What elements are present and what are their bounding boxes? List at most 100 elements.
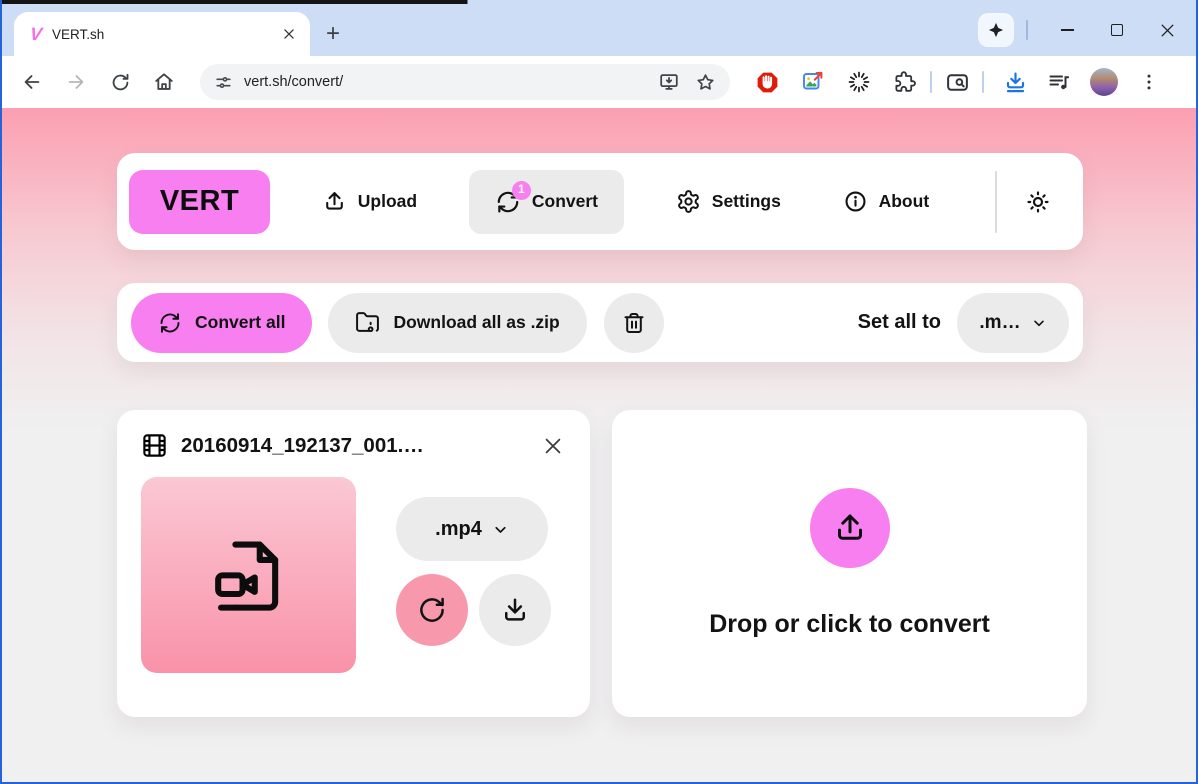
home-icon: [153, 71, 175, 93]
tab-title: VERT.sh: [52, 27, 278, 42]
dropzone-upload-circle[interactable]: [810, 488, 890, 568]
puzzle-icon: [893, 70, 917, 94]
browser-tab[interactable]: V VERT.sh: [14, 12, 310, 56]
toolbar-right-cluster: [1002, 68, 1162, 96]
profile-avatar[interactable]: [1090, 68, 1118, 96]
vert-logo-text: VERT: [160, 185, 239, 218]
media-queue-button[interactable]: [1046, 69, 1072, 95]
bookmark-star-button[interactable]: [692, 69, 718, 95]
download-icon: [500, 595, 530, 625]
minimize-icon: [1061, 29, 1074, 31]
close-icon: [282, 27, 296, 41]
site-navbar: VERT Upload 1 Convert Settings: [117, 153, 1083, 250]
tabstrip-right-cluster: [978, 4, 1192, 56]
batch-actions-bar: Convert all Download all as .zip Set all…: [117, 283, 1083, 362]
nav-item-upload[interactable]: Upload: [312, 170, 427, 234]
tab-strip: V VERT.sh +: [2, 4, 1196, 56]
dropzone[interactable]: Drop or click to convert: [612, 410, 1087, 717]
side-search-icon: [945, 70, 970, 95]
close-icon: [1159, 22, 1176, 39]
reload-button[interactable]: [100, 62, 140, 102]
file-card-header: 20160914_192137_001.…: [141, 432, 566, 459]
convert-all-button[interactable]: Convert all: [131, 293, 312, 353]
url-text[interactable]: vert.sh/convert/: [244, 74, 646, 90]
remove-file-button[interactable]: [540, 433, 566, 459]
nav-item-settings[interactable]: Settings: [666, 170, 791, 234]
film-icon: [141, 432, 168, 459]
folder-zip-icon: [355, 310, 380, 335]
browser-ai-sparkle-button[interactable]: [978, 13, 1014, 47]
image-extension-button[interactable]: [800, 69, 826, 95]
tab-close-button[interactable]: [278, 23, 300, 45]
file-name: 20160914_192137_001.…: [181, 434, 527, 458]
star-icon: [695, 72, 716, 93]
convert-count-badge: 1: [512, 181, 531, 200]
sun-icon: [1025, 189, 1051, 215]
upload-icon: [832, 510, 868, 546]
convert-sync-icon: [158, 311, 182, 335]
vert-favicon-icon: V: [29, 25, 43, 43]
toolbar-separator: [930, 71, 932, 93]
trash-icon: [622, 311, 646, 335]
convert-file-button[interactable]: [396, 574, 468, 646]
arrow-right-icon: [65, 71, 87, 93]
maximize-icon: [1111, 24, 1123, 36]
format-dropdown[interactable]: .mp4: [396, 497, 548, 561]
adblock-extension-button[interactable]: [754, 69, 780, 95]
video-file-icon: [206, 532, 292, 618]
spinner-extension-button[interactable]: [846, 69, 872, 95]
reload-icon: [110, 72, 131, 93]
download-zip-label: Download all as .zip: [393, 312, 559, 333]
file-buttons-row: [396, 574, 551, 646]
download-zip-button[interactable]: Download all as .zip: [328, 293, 586, 353]
page-background: VERT Upload 1 Convert Settings: [2, 108, 1196, 782]
window-close-button[interactable]: [1142, 4, 1192, 56]
extensions-puzzle-button[interactable]: [892, 69, 918, 95]
file-card: 20160914_192137_001.… .mp4: [117, 410, 590, 717]
forward-button[interactable]: [56, 62, 96, 102]
extensions-row: [754, 69, 918, 95]
file-card-body: .mp4: [141, 477, 566, 673]
delete-all-button[interactable]: [604, 293, 664, 353]
install-app-button[interactable]: [656, 69, 682, 95]
browser-menu-button[interactable]: [1136, 69, 1162, 95]
theme-toggle-button[interactable]: [1015, 179, 1061, 225]
new-tab-button[interactable]: +: [318, 19, 348, 49]
adblock-icon: [755, 70, 780, 95]
nav-item-label: Convert: [532, 191, 598, 212]
browser-window: V VERT.sh +: [0, 0, 1198, 784]
side-search-button[interactable]: [944, 69, 970, 95]
minimize-button[interactable]: [1042, 4, 1092, 56]
sparkle-icon: [986, 20, 1006, 40]
back-button[interactable]: [12, 62, 52, 102]
nav-divider: [995, 171, 997, 233]
download-file-button[interactable]: [479, 574, 551, 646]
arrow-left-icon: [21, 71, 43, 93]
info-icon: [843, 189, 868, 214]
toolbar-separator: [982, 71, 984, 93]
set-all-format-value: .m…: [979, 312, 1020, 334]
home-button[interactable]: [144, 62, 184, 102]
vert-logo[interactable]: VERT: [129, 170, 270, 234]
nav-item-convert[interactable]: 1 Convert: [469, 170, 624, 234]
nav-item-about[interactable]: About: [833, 170, 940, 234]
download-active-icon: [1003, 70, 1028, 95]
close-icon: [542, 435, 564, 457]
maximize-button[interactable]: [1092, 4, 1142, 56]
kebab-menu-icon: [1139, 72, 1159, 92]
convert-all-label: Convert all: [195, 312, 285, 333]
set-all-format-dropdown[interactable]: .m…: [957, 293, 1069, 353]
file-controls: .mp4: [396, 497, 551, 673]
url-bar[interactable]: vert.sh/convert/: [200, 64, 730, 100]
site-settings-icon[interactable]: [214, 73, 233, 92]
nav-item-label: Settings: [712, 191, 781, 212]
downloads-button[interactable]: [1002, 69, 1028, 95]
file-thumbnail[interactable]: [141, 477, 356, 673]
nav-item-label: Upload: [358, 191, 417, 212]
browser-toolbar: vert.sh/convert/: [2, 56, 1196, 108]
upload-icon: [322, 189, 347, 214]
chevron-down-icon: [492, 521, 509, 538]
rotate-cw-icon: [417, 595, 447, 625]
nav-items: Upload 1 Convert Settings About: [270, 153, 981, 250]
nav-item-label: About: [879, 191, 930, 212]
